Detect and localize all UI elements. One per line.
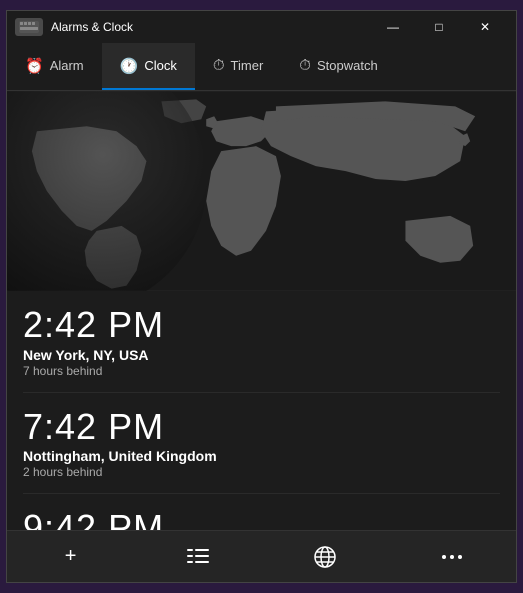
clock-item-local: 9:42 PM Local time Thursday, June 4, 202… xyxy=(23,494,500,530)
app-window: Alarms & Clock — □ ✕ ⏰ Alarm 🕐 Clock ⏱ T… xyxy=(6,10,517,583)
tab-timer[interactable]: ⏱ Timer xyxy=(195,43,281,90)
window-controls: — □ ✕ xyxy=(370,11,508,43)
clock-city-newyork: New York, NY, USA xyxy=(23,347,500,363)
tab-alarm[interactable]: ⏰ Alarm xyxy=(7,43,102,90)
clock-time-nottingham: 7:42 PM xyxy=(23,407,500,447)
world-map xyxy=(7,91,516,291)
clock-list: 2:42 PM New York, NY, USA 7 hours behind… xyxy=(7,291,516,530)
more-button[interactable] xyxy=(428,537,476,577)
clock-icon: 🕐 xyxy=(120,57,139,75)
globe-button[interactable] xyxy=(301,537,349,577)
close-button[interactable]: ✕ xyxy=(462,11,508,43)
nav-bar: ⏰ Alarm 🕐 Clock ⏱ Timer ⏱ Stopwatch xyxy=(7,43,516,91)
tab-stopwatch-label: Stopwatch xyxy=(317,58,378,73)
clock-time-newyork: 2:42 PM xyxy=(23,305,500,345)
keyboard-icon xyxy=(15,18,43,36)
clock-offset-newyork: 7 hours behind xyxy=(23,364,500,378)
more-icon xyxy=(442,554,462,560)
list-button[interactable] xyxy=(174,537,222,577)
tab-timer-label: Timer xyxy=(231,58,264,73)
clock-city-nottingham: Nottingham, United Kingdom xyxy=(23,448,500,464)
tab-alarm-label: Alarm xyxy=(50,58,84,73)
maximize-button[interactable]: □ xyxy=(416,11,462,43)
globe-icon xyxy=(313,545,337,569)
title-bar: Alarms & Clock — □ ✕ xyxy=(7,11,516,43)
tab-stopwatch[interactable]: ⏱ Stopwatch xyxy=(281,43,395,90)
minimize-button[interactable]: — xyxy=(370,11,416,43)
clock-item-nottingham: 7:42 PM Nottingham, United Kingdom 2 hou… xyxy=(23,393,500,495)
clock-time-local: 9:42 PM xyxy=(23,508,500,530)
timer-icon: ⏱ xyxy=(213,57,225,74)
main-content: 2:42 PM New York, NY, USA 7 hours behind… xyxy=(7,91,516,530)
world-map-container xyxy=(7,91,516,291)
tab-clock[interactable]: 🕐 Clock xyxy=(102,43,195,90)
stopwatch-icon: ⏱ xyxy=(299,57,311,74)
app-title: Alarms & Clock xyxy=(51,20,370,34)
clock-offset-nottingham: 2 hours behind xyxy=(23,465,500,479)
bottom-bar: + xyxy=(7,530,516,582)
alarm-icon: ⏰ xyxy=(25,57,44,75)
clock-item-newyork: 2:42 PM New York, NY, USA 7 hours behind xyxy=(23,291,500,393)
list-icon xyxy=(187,549,209,565)
tab-clock-label: Clock xyxy=(144,58,177,73)
add-button[interactable]: + xyxy=(47,537,95,577)
